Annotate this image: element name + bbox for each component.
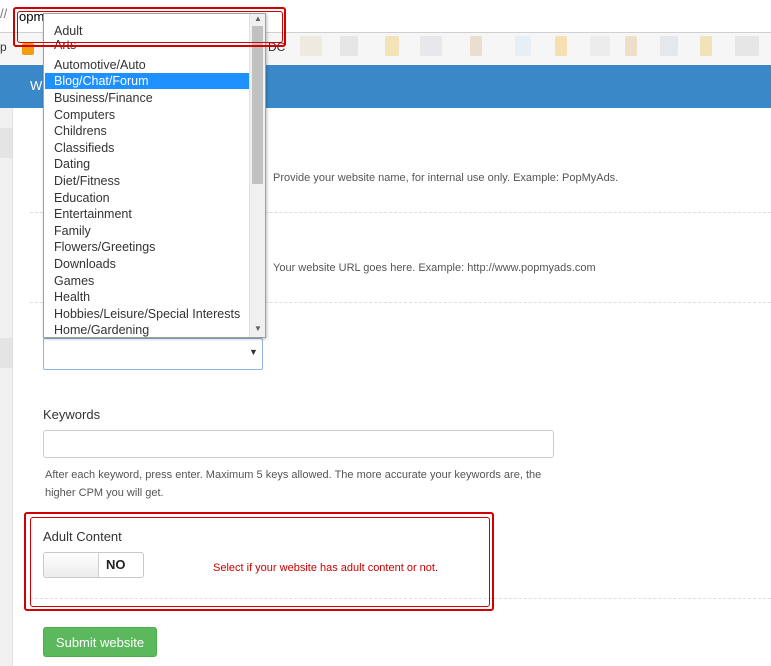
category-dropdown-list[interactable]: Adult Arts Automotive/Auto Blog/Chat/For… xyxy=(43,13,266,338)
dropdown-option[interactable]: Computers xyxy=(45,107,250,123)
dropdown-scrollbar[interactable]: ▲ ▼ xyxy=(249,14,265,337)
dropdown-option[interactable]: Downloads xyxy=(45,256,250,272)
dropdown-option[interactable]: Automotive/Auto xyxy=(45,57,250,73)
website-name-help: Provide your website name, for internal … xyxy=(273,172,619,184)
annotation-box-dropdown-inner xyxy=(17,11,283,43)
keywords-label: Keywords xyxy=(43,407,101,422)
dropdown-option[interactable]: Classifieds xyxy=(45,140,250,156)
dropdown-option[interactable]: Childrens xyxy=(45,123,250,139)
dropdown-option[interactable]: Family xyxy=(45,223,250,239)
category-select[interactable] xyxy=(43,338,263,370)
scroll-down-icon[interactable]: ▼ xyxy=(254,324,262,333)
dropdown-option[interactable]: Health xyxy=(45,289,250,305)
submit-website-button[interactable]: Submit website xyxy=(43,627,157,657)
dropdown-option[interactable]: Entertainment xyxy=(45,206,250,222)
dropdown-option[interactable]: Education xyxy=(45,190,250,206)
dropdown-option-selected[interactable]: Blog/Chat/Forum xyxy=(45,73,250,89)
header-label[interactable]: W xyxy=(30,78,42,93)
sidebar-block xyxy=(0,338,12,368)
dropdown-option[interactable]: Home/Gardening xyxy=(45,322,250,337)
dropdown-option[interactable]: Games xyxy=(45,273,250,289)
address-prefix: // xyxy=(0,6,8,21)
dropdown-option[interactable]: Hobbies/Leisure/Special Interests xyxy=(45,306,250,322)
dropdown-option[interactable]: Business/Finance xyxy=(45,90,250,106)
keywords-input[interactable] xyxy=(43,430,554,458)
chevron-down-icon: ▼ xyxy=(249,347,258,357)
dropdown-option[interactable]: Diet/Fitness xyxy=(45,173,250,189)
bookmark-left[interactable]: p xyxy=(0,40,7,54)
website-url-help: Your website URL goes here. Example: htt… xyxy=(273,262,596,274)
keywords-help: After each keyword, press enter. Maximum… xyxy=(45,469,542,499)
annotation-box-adult-inner xyxy=(30,517,490,607)
dropdown-option[interactable]: Flowers/Greetings xyxy=(45,239,250,255)
sidebar-block xyxy=(0,128,12,158)
scrollbar-thumb[interactable] xyxy=(252,26,263,184)
sidebar xyxy=(0,108,13,666)
dropdown-option[interactable]: Dating xyxy=(45,156,250,172)
